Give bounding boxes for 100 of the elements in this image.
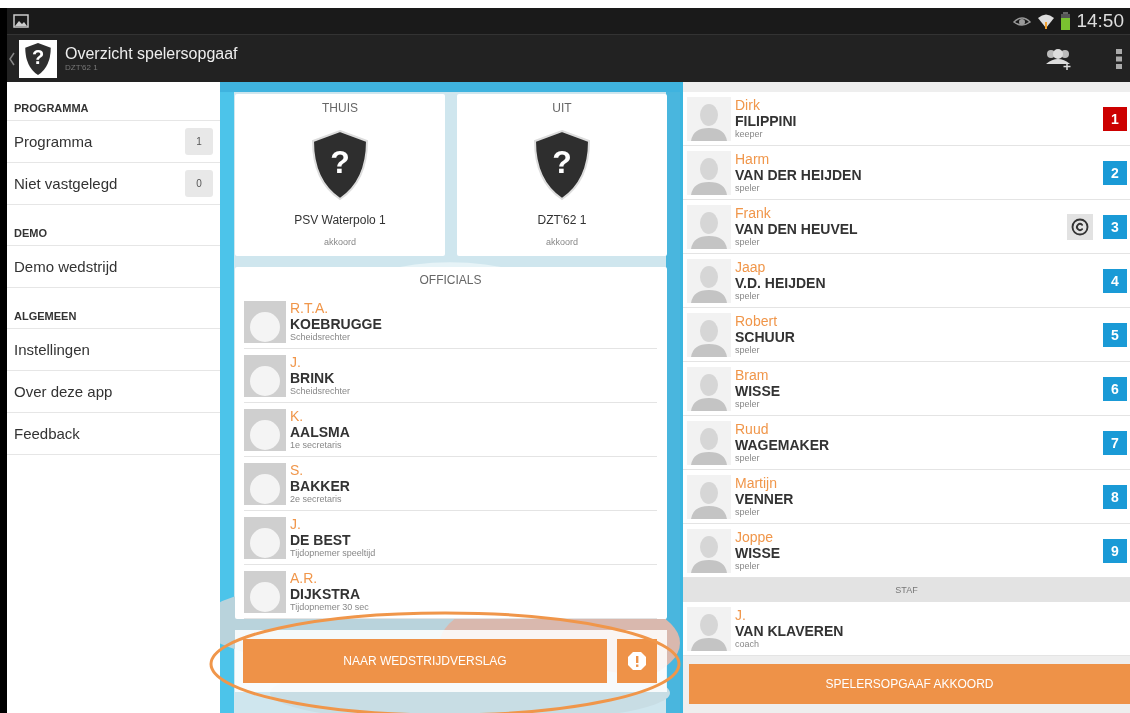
avatar-icon	[687, 96, 731, 141]
player-first-name: Jaap	[735, 260, 767, 275]
player-row[interactable]: Joppe WISSE speler 9	[683, 524, 1130, 578]
screen-subtitle: DZT'62 1	[65, 63, 99, 72]
player-first-name: Frank	[735, 206, 772, 221]
crest-mark: ?	[552, 146, 572, 179]
player-surname: FILIPPINI	[735, 113, 798, 129]
team-side: UIT	[552, 101, 572, 115]
player-row[interactable]: Ruud WAGEMAKER speler 7	[683, 416, 1130, 470]
player-first-name: Joppe	[735, 530, 775, 545]
official-role: Scheidsrechter	[290, 386, 352, 396]
cap-number: 1	[1103, 106, 1127, 131]
section-header: ALGEMEEN	[7, 310, 220, 329]
avatar-icon	[687, 366, 731, 411]
count-badge: 0	[185, 170, 213, 197]
avatar-icon	[687, 150, 731, 195]
official-surname: DE BEST	[290, 532, 352, 548]
official-role: Scheidsrechter	[290, 332, 352, 342]
official-initials: J.	[290, 355, 302, 370]
player-role: speler	[735, 237, 761, 247]
player-surname: VAN DER HEIJDEN	[735, 167, 863, 183]
cap-number: 7	[1103, 430, 1127, 455]
team-status: akkoord	[546, 237, 578, 247]
official-role: 1e secretaris	[290, 440, 343, 450]
official-initials: A.R.	[290, 571, 319, 586]
player-first-name: Dirk	[735, 98, 761, 113]
section-header: STAF	[895, 585, 918, 595]
official-role: 2e secretaris	[290, 494, 343, 504]
add-people-icon[interactable]	[1044, 47, 1072, 70]
official-surname: BAKKER	[290, 478, 351, 494]
battery-icon	[1061, 12, 1071, 30]
player-surname: WISSE	[735, 383, 782, 399]
avatar-icon	[687, 606, 731, 651]
card-title: OFFICIALS	[419, 273, 482, 287]
player-role: speler	[735, 507, 761, 517]
team-side: THUIS	[322, 101, 358, 115]
player-role: speler	[735, 399, 761, 409]
official-surname: BRINK	[290, 370, 336, 386]
clock-time: 14:50	[1076, 10, 1124, 32]
screen-title: Overzicht spelersopgaaf	[65, 45, 239, 63]
cap-number: 4	[1103, 268, 1127, 293]
avatar-icon	[687, 204, 731, 249]
player-row[interactable]: Robert SCHUUR speler 5	[683, 308, 1130, 362]
avatar-icon	[687, 312, 731, 357]
cap-number: 8	[1103, 484, 1127, 509]
player-first-name: Ruud	[735, 422, 770, 437]
cap-number: 5	[1103, 322, 1127, 347]
team-crest	[309, 129, 371, 201]
official-role: Tijdopnemer speeltijd	[290, 548, 377, 558]
staff-row[interactable]: J. VAN KLAVEREN coach	[683, 602, 1130, 656]
wifi-icon	[1037, 12, 1056, 30]
player-surname: VAN DEN HEUVEL	[735, 221, 859, 237]
team-crest	[531, 129, 593, 201]
avatar-icon	[687, 474, 731, 519]
sidebar-item[interactable]: Programma 1	[7, 121, 220, 163]
player-row[interactable]: Jaap V.D. HEIJDEN speler 4	[683, 254, 1130, 308]
back-icon[interactable]	[9, 51, 15, 66]
player-role: speler	[735, 561, 761, 571]
official-role: Tijdopnemer 30 sec	[290, 602, 370, 612]
player-surname: V.D. HEIJDEN	[735, 275, 827, 291]
team-status: akkoord	[324, 237, 356, 247]
team-name: PSV Waterpolo 1	[294, 213, 386, 227]
cap-number: 3	[1103, 214, 1127, 239]
sidebar-item[interactable]: Niet vastgelegd 0	[7, 163, 220, 205]
cap-number: 6	[1103, 376, 1127, 401]
player-first-name: Bram	[735, 368, 770, 383]
staff-surname: VAN KLAVEREN	[735, 623, 845, 639]
player-row[interactable]: Martijn VENNER speler 8	[683, 470, 1130, 524]
official-initials: K.	[290, 409, 305, 424]
official-surname: DIJKSTRA	[290, 586, 361, 602]
section-header: DEMO	[7, 227, 220, 246]
avatar-icon	[687, 420, 731, 465]
crest-mark: ?	[330, 146, 350, 179]
player-row[interactable]: Bram WISSE speler 6	[683, 362, 1130, 416]
official-initials: J.	[290, 517, 302, 532]
avatar-icon	[687, 528, 731, 573]
player-surname: SCHUUR	[735, 329, 796, 345]
app-logo: ?	[19, 39, 57, 78]
cap-number: 9	[1103, 538, 1127, 563]
player-row[interactable]: Frank VAN DEN HEUVEL speler 3	[683, 200, 1130, 254]
player-role: speler	[735, 183, 761, 193]
player-role: speler	[735, 345, 761, 355]
section-header: PROGRAMMA	[7, 102, 220, 121]
player-row[interactable]: Harm VAN DER HEIJDEN speler 2	[683, 146, 1130, 200]
official-initials: S.	[290, 463, 305, 478]
player-surname: WAGEMAKER	[735, 437, 831, 453]
eye-icon	[1013, 15, 1032, 27]
alert-icon	[627, 651, 647, 671]
avatar-icon	[687, 258, 731, 303]
player-role: keeper	[735, 129, 764, 139]
player-first-name: Martijn	[735, 476, 778, 491]
player-surname: VENNER	[735, 491, 795, 507]
player-row[interactable]: Dirk FILIPPINI keeper 1	[683, 92, 1130, 146]
official-surname: KOEBRUGGE	[290, 316, 383, 332]
player-role: speler	[735, 453, 761, 463]
menu-icon[interactable]	[1116, 48, 1122, 69]
official-initials: R.T.A.	[290, 301, 330, 316]
image-icon	[13, 14, 29, 28]
staff-first-name: J.	[735, 608, 747, 623]
player-role: speler	[735, 291, 761, 301]
